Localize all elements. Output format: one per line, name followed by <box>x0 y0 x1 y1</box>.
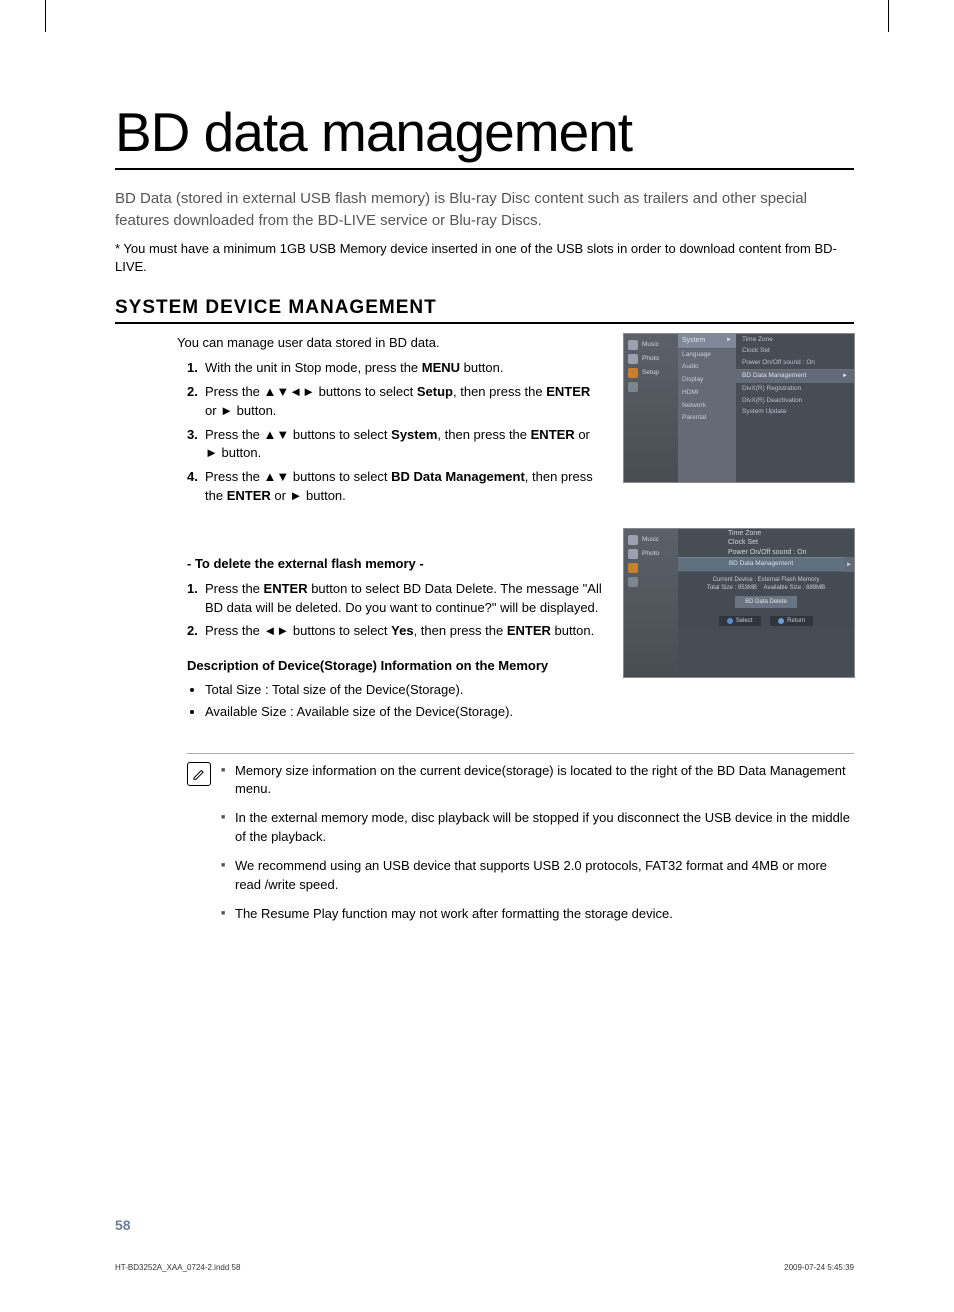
note-item: We recommend using an USB device that su… <box>221 857 854 895</box>
page-title: BD data management <box>115 100 854 170</box>
nav-blank <box>624 380 678 394</box>
steps-list: 1. With the unit in Stop mode, press the… <box>115 359 604 506</box>
step-item: 4. Press the ▲▼ buttons to select BD Dat… <box>205 468 604 506</box>
selected-system: System► <box>678 334 736 348</box>
device-info-panel: Current Device : External Flash Memory T… <box>678 572 854 630</box>
menu-item: Network <box>678 400 736 413</box>
menu-item: HDMI <box>678 387 736 400</box>
note-item: The Resume Play function may not work af… <box>221 905 854 924</box>
device-sizes: Total Size : 953MB Available Size : 889M… <box>682 584 850 592</box>
gear-icon <box>628 368 638 378</box>
header-bd-data-mgmt: BD Data Management <box>678 557 844 572</box>
menu-item: Parental <box>678 412 736 425</box>
footer-timestamp: 2009-07-24 5:45:39 <box>784 1263 854 1272</box>
nav-photo: Photo <box>624 547 678 561</box>
bd-data-delete-button: BD Data Delete <box>735 596 797 608</box>
blank-icon <box>628 577 638 587</box>
nav-music: Music <box>624 533 678 547</box>
step-item: 2. Press the ◄► buttons to select Yes, t… <box>205 622 604 641</box>
device-current: Current Device : External Flash Memory <box>682 576 850 584</box>
lead-paragraph: BD Data (stored in external USB flash me… <box>115 188 854 232</box>
note-item: Memory size information on the current d… <box>221 762 854 800</box>
option-item: Time Zone <box>678 529 854 538</box>
list-item: Available Size : Available size of the D… <box>205 703 604 722</box>
chevron-right-icon: ► <box>726 336 732 345</box>
nav-photo: Photo <box>624 352 678 366</box>
note-item: In the external memory mode, disc playba… <box>221 809 854 847</box>
option-item: DivX(R) Deactivation <box>736 395 854 407</box>
note-icon <box>187 762 211 786</box>
chevron-right-icon: ► <box>842 372 848 381</box>
nav-setup <box>624 561 678 575</box>
option-item: Power On/Off sound : On <box>678 548 854 557</box>
page-number: 58 <box>115 1217 240 1233</box>
blank-icon <box>628 382 638 392</box>
footer-filename: HT-BD3252A_XAA_0724-2.indd 58 <box>115 1263 240 1272</box>
screenshot-system-menu: Music Photo Setup System► Language Audio… <box>624 334 854 482</box>
step-item: 1. With the unit in Stop mode, press the… <box>205 359 604 378</box>
menu-item: Audio <box>678 361 736 374</box>
star-note: * You must have a minimum 1GB USB Memory… <box>115 240 854 278</box>
step-item: 2. Press the ▲▼◄► buttons to select Setu… <box>205 383 604 421</box>
intro-text: You can manage user data stored in BD da… <box>115 334 604 353</box>
delete-steps-list: 1. Press the ENTER button to select BD D… <box>115 580 604 642</box>
photo-icon <box>628 549 638 559</box>
notes-block: Memory size information on the current d… <box>187 753 854 934</box>
menu-item: Display <box>678 374 736 387</box>
enter-icon <box>727 618 733 624</box>
nav-music: Music <box>624 338 678 352</box>
gear-icon <box>628 563 638 573</box>
screenshot-bd-data-mgmt: Music Photo Time Zone Clock Set Power On… <box>624 529 854 677</box>
option-item: Clock Set <box>678 538 854 547</box>
return-icon <box>778 618 784 624</box>
nav-setup: Setup <box>624 366 678 380</box>
option-item: DivX(R) Registration <box>736 383 854 395</box>
music-icon <box>628 535 638 545</box>
menu-item: Language <box>678 349 736 362</box>
step-item: 3. Press the ▲▼ buttons to select System… <box>205 426 604 464</box>
selected-bd-data-mgmt: BD Data Management► <box>736 370 854 383</box>
description-bullets: Total Size : Total size of the Device(St… <box>115 681 604 722</box>
return-hint: Return <box>770 616 813 626</box>
list-item: Total Size : Total size of the Device(St… <box>205 681 604 700</box>
select-hint: Select <box>719 616 761 626</box>
option-item: Time Zone <box>736 334 854 346</box>
option-item: Clock Set <box>736 346 854 358</box>
delete-heading: - To delete the external flash memory - <box>187 555 604 574</box>
photo-icon <box>628 354 638 364</box>
description-heading: Description of Device(Storage) Informati… <box>187 657 604 675</box>
music-icon <box>628 340 638 350</box>
option-item: System Update <box>736 407 854 419</box>
option-item: Power On/Off sound : On <box>736 358 854 370</box>
step-item: 1. Press the ENTER button to select BD D… <box>205 580 604 618</box>
section-heading: SYSTEM DEVICE MANAGEMENT <box>115 297 854 324</box>
chevron-right-icon: ► <box>844 557 854 572</box>
nav-blank <box>624 575 678 589</box>
